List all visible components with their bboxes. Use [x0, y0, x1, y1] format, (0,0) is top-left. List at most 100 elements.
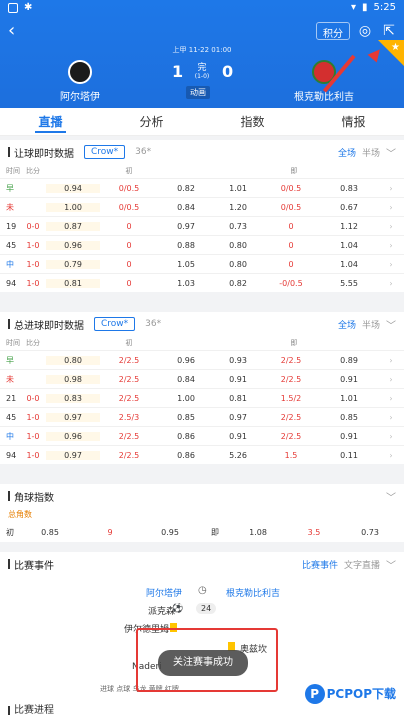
table-cell: 0.11 — [340, 450, 358, 460]
table-cell: 0/0.5 — [280, 183, 302, 193]
table-cell: 1.04 — [340, 240, 358, 250]
chevron-down-icon[interactable]: ﹀ — [386, 489, 396, 504]
chevron-right-icon[interactable]: › — [378, 394, 404, 403]
bookmaker-pill-alt[interactable]: 36* — [129, 146, 157, 158]
table-cell: 2/2.5 — [280, 412, 302, 422]
chevron-right-icon[interactable]: › — [378, 203, 404, 212]
table-cell: 94 — [6, 450, 17, 460]
watermark-logo: P PCPOP下载 — [304, 684, 396, 704]
table-cell: 0.96 — [46, 431, 100, 441]
share-icon[interactable]: ⇱ — [380, 22, 398, 40]
table-cell: 0 — [288, 221, 294, 231]
home-team-name: 阿尔塔伊 — [60, 92, 100, 103]
chevron-right-icon[interactable]: › — [378, 356, 404, 365]
totals-section: 总进球即时数据 Crow* 36* 全场 半场 ﹀ 时间 比分 初 即 早 0.80… — [0, 312, 404, 464]
points-button[interactable]: 积分 — [316, 22, 350, 40]
table-cell: 1.5 — [284, 450, 298, 460]
events-tab[interactable]: 比赛事件 — [302, 561, 338, 571]
table-cell: 1.5/2 — [280, 393, 302, 403]
corner-section: 角球指数 ﹀ 总角数 初 0.85 9 0.95 即 1.08 3.5 0.73 — [0, 484, 404, 542]
table-row[interactable]: 94 1-0 0.97 2/2.5 0.86 5.26 1.5 0.11 › — [0, 445, 404, 464]
totals-rows: 早 0.80 2/2.5 0.96 0.93 2/2.5 0.89 › 未 0.98 2/2.5 0.… — [0, 350, 404, 464]
period-toggle[interactable]: 全场 半场 — [338, 318, 380, 331]
table-cell: 0.80 — [46, 355, 100, 365]
table-cell: 1.01 — [229, 183, 247, 193]
text-live-tab[interactable]: 文字直播 — [344, 561, 380, 571]
corner-header: 角球指数 ﹀ — [0, 484, 404, 508]
full-time-option[interactable]: 全场 — [338, 321, 356, 331]
table-row[interactable]: 未 1.00 0/0.5 0.84 1.20 0/0.5 0.67 › — [0, 197, 404, 216]
table-cell: 0.87 — [46, 221, 100, 231]
half-time-option[interactable]: 半场 — [362, 149, 380, 159]
bookmaker-pill-alt[interactable]: 36* — [139, 318, 167, 330]
table-cell: 0.94 — [46, 183, 100, 193]
table-cell: 2/2.5 — [280, 374, 302, 384]
chevron-right-icon[interactable]: › — [378, 279, 404, 288]
table-cell: 0.97 — [229, 412, 247, 422]
half-time-option[interactable]: 半场 — [362, 321, 380, 331]
events-toggle[interactable]: 比赛事件 文字直播 — [302, 558, 380, 571]
chevron-down-icon[interactable]: ﹀ — [386, 145, 396, 160]
tab-analysis[interactable]: 分析 — [101, 108, 202, 135]
table-cell: 中 — [6, 431, 14, 441]
chevron-down-icon[interactable]: ﹀ — [386, 317, 396, 332]
chevron-right-icon[interactable]: › — [378, 413, 404, 422]
animation-button[interactable]: 动画 — [186, 86, 210, 99]
table-cell: 1-0 — [26, 278, 40, 288]
table-cell: 94 — [6, 278, 17, 288]
table-cell: 0.96 — [177, 355, 195, 365]
table-row[interactable]: 早 0.94 0/0.5 0.82 1.01 0/0.5 0.83 › — [0, 178, 404, 197]
table-cell: 1.00 — [177, 393, 195, 403]
table-row[interactable]: 45 1-0 0.97 2.5/3 0.85 0.97 2/2.5 0.85 › — [0, 407, 404, 426]
bookmaker-pill[interactable]: Crow* — [94, 317, 136, 331]
table-cell: 0 — [126, 278, 132, 288]
table-row[interactable]: 早 0.80 2/2.5 0.96 0.93 2/2.5 0.89 › — [0, 350, 404, 369]
chevron-right-icon[interactable]: › — [378, 260, 404, 269]
target-icon[interactable]: ◎ — [356, 22, 374, 40]
tab-live[interactable]: 直播 — [0, 108, 101, 135]
chevron-right-icon[interactable]: › — [378, 451, 404, 460]
tab-intel[interactable]: 情报 — [303, 108, 404, 135]
table-cell: 0.79 — [46, 259, 100, 269]
table-row[interactable]: 45 1-0 0.96 0 0.88 0.80 0 1.04 › — [0, 235, 404, 254]
table-cell: 0.85 — [340, 412, 358, 422]
table-row[interactable]: 21 0-0 0.83 2/2.5 1.00 0.81 1.5/2 1.01 › — [0, 388, 404, 407]
chevron-down-icon[interactable]: ﹀ — [386, 557, 396, 572]
bookmaker-pill[interactable]: Crow* — [84, 145, 126, 159]
table-cell: 45 — [6, 240, 17, 250]
corner-cell: 0.95 — [161, 527, 179, 537]
col-live: 即 — [290, 167, 298, 175]
col-time: 时间 — [6, 167, 20, 175]
chevron-right-icon[interactable]: › — [378, 184, 404, 193]
table-cell: 0.97 — [46, 450, 100, 460]
table-cell: 0.82 — [177, 183, 195, 193]
chevron-right-icon[interactable]: › — [378, 222, 404, 231]
table-row[interactable]: 未 0.98 2/2.5 0.84 0.91 2/2.5 0.91 › — [0, 369, 404, 388]
table-cell: 0.80 — [229, 240, 247, 250]
handicap-header: 让球即时数据 Crow* 36* 全场 半场 ﹀ — [0, 140, 404, 164]
table-row[interactable]: 中 1-0 0.96 2/2.5 0.86 0.91 2/2.5 0.91 › — [0, 426, 404, 445]
wifi-icon: ▾ — [350, 2, 357, 13]
table-cell: 0.67 — [340, 202, 358, 212]
table-row[interactable]: 94 1-0 0.81 0 1.03 0.82 -0/0.5 5.55 › — [0, 273, 404, 292]
watermark-text: PCPOP下载 — [326, 687, 396, 701]
pcpop-logo-icon: P — [304, 684, 325, 704]
table-row[interactable]: 19 0-0 0.87 0 0.97 0.73 0 1.12 › — [0, 216, 404, 235]
table-cell: 1-0 — [26, 240, 40, 250]
table-row[interactable]: 中 1-0 0.79 0 1.05 0.80 0 1.04 › — [0, 254, 404, 273]
chevron-right-icon[interactable]: › — [378, 375, 404, 384]
table-cell: 5.26 — [229, 450, 247, 460]
half-score: (1-0) — [194, 73, 210, 80]
chevron-right-icon[interactable]: › — [378, 241, 404, 250]
table-cell: 0.91 — [340, 431, 358, 441]
event-player: 派克森 — [148, 607, 176, 617]
table-cell: 1-0 — [26, 431, 40, 441]
back-icon[interactable]: ‹ — [8, 20, 15, 41]
table-cell: 0/0.5 — [118, 183, 140, 193]
star-icon[interactable]: ★ — [391, 42, 400, 53]
tab-index[interactable]: 指数 — [202, 108, 303, 135]
full-time-option[interactable]: 全场 — [338, 149, 356, 159]
chevron-right-icon[interactable]: › — [378, 432, 404, 441]
table-cell: 中 — [6, 259, 14, 269]
period-toggle[interactable]: 全场 半场 — [338, 146, 380, 159]
